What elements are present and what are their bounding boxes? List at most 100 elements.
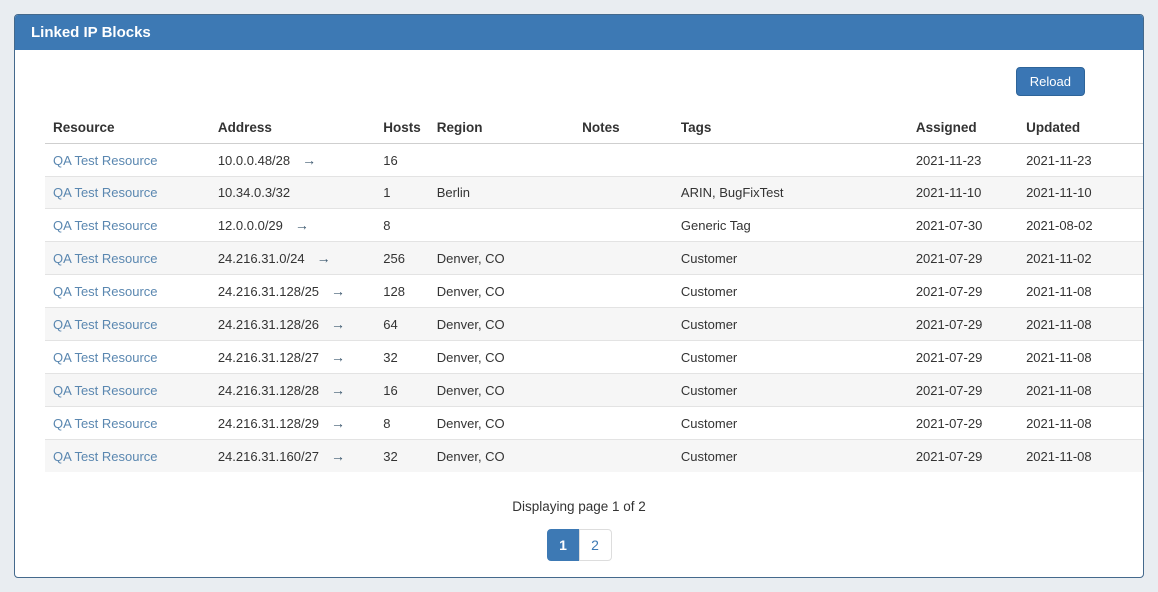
arrow-right-icon[interactable]: → (317, 250, 331, 266)
updated-cell: 2021-08-02 (1018, 209, 1143, 242)
panel-title: Linked IP Blocks (15, 15, 1143, 50)
pagination: 12 (30, 529, 1128, 561)
table-row: QA Test Resource24.216.31.160/27→32Denve… (45, 440, 1143, 473)
table-row: QA Test Resource24.216.31.128/28→16Denve… (45, 374, 1143, 407)
hosts-cell: 1 (375, 177, 429, 209)
resource-cell: QA Test Resource (45, 275, 210, 308)
hosts-cell: 32 (375, 341, 429, 374)
address-text: 24.216.31.128/29 (218, 416, 319, 431)
arrow-right-icon[interactable]: → (295, 217, 309, 233)
table-row: QA Test Resource10.34.0.3/321BerlinARIN,… (45, 177, 1143, 209)
region-cell: Denver, CO (429, 242, 574, 275)
region-cell (429, 209, 574, 242)
tags-cell: Customer (673, 341, 908, 374)
column-header-hosts: Hosts (375, 115, 429, 144)
region-cell: Denver, CO (429, 308, 574, 341)
arrow-right-icon[interactable]: → (331, 283, 345, 299)
assigned-cell: 2021-07-29 (908, 308, 1018, 341)
resource-link[interactable]: QA Test Resource (53, 449, 158, 464)
hosts-cell: 256 (375, 242, 429, 275)
resource-link[interactable]: QA Test Resource (53, 284, 158, 299)
notes-cell (574, 440, 673, 473)
table-row: QA Test Resource24.216.31.128/29→8Denver… (45, 407, 1143, 440)
table-body: QA Test Resource10.0.0.48/28→162021-11-2… (45, 144, 1143, 473)
tags-cell: Customer (673, 242, 908, 275)
address-text: 12.0.0.0/29 (218, 218, 283, 233)
assigned-cell: 2021-11-23 (908, 144, 1018, 177)
address-cell: 24.216.31.128/25 → (210, 275, 375, 308)
tags-cell: Customer (673, 374, 908, 407)
resource-link[interactable]: QA Test Resource (53, 317, 158, 332)
assigned-cell: 2021-07-29 (908, 275, 1018, 308)
address-text: 10.34.0.3/32 (218, 185, 290, 200)
updated-cell: 2021-11-08 (1018, 407, 1143, 440)
table-row: QA Test Resource24.216.31.128/25→128Denv… (45, 275, 1143, 308)
notes-cell (574, 308, 673, 341)
hosts-cell: 16 (375, 374, 429, 407)
hosts-cell: 64 (375, 308, 429, 341)
resource-cell: QA Test Resource (45, 144, 210, 177)
hosts-cell: 16 (375, 144, 429, 177)
updated-cell: 2021-11-10 (1018, 177, 1143, 209)
paging-status: Displaying page 1 of 2 (30, 499, 1128, 514)
resource-link[interactable]: QA Test Resource (53, 251, 158, 266)
reload-button[interactable]: Reload (1016, 67, 1085, 96)
table-header: Resource Address Hosts Region Notes Tags… (45, 115, 1143, 144)
tags-cell: Customer (673, 440, 908, 473)
table-row: QA Test Resource 24.216.31.128/26 → 64Denve… (45, 308, 1143, 341)
column-header-tags: Tags (673, 115, 908, 144)
arrow-right-icon[interactable]: → (331, 349, 345, 365)
tags-cell (673, 144, 908, 177)
address-cell: 24.216.31.0/24 → (210, 242, 375, 275)
hosts-cell: 32 (375, 440, 429, 473)
column-header-updated: Updated (1018, 115, 1143, 144)
resource-link[interactable]: QA Test Resource (53, 416, 158, 431)
resource-link[interactable]: QA Test Resource (53, 383, 158, 398)
resource-cell: QA Test Resource (45, 242, 210, 275)
region-cell: Denver, CO (429, 407, 574, 440)
resource-link[interactable]: QA Test Resource (53, 185, 158, 200)
address-text: 24.216.31.128/25 (218, 284, 319, 299)
table-row: QA Test Resource 12.0.0.0/29 → 8 Generic Tag… (45, 209, 1143, 242)
address-text: 24.216.31.0/24 (218, 251, 305, 266)
tags-cell: Generic Tag (673, 209, 908, 242)
toolbar: Reload (30, 67, 1128, 97)
updated-cell: 2021-11-08 (1018, 275, 1143, 308)
column-header-notes: Notes (574, 115, 673, 144)
assigned-cell: 2021-11-10 (908, 177, 1018, 209)
arrow-right-icon[interactable]: → (302, 152, 316, 168)
hosts-cell: 8 (375, 209, 429, 242)
column-header-resource: Resource (45, 115, 210, 144)
column-header-region: Region (429, 115, 574, 144)
tags-cell: Customer (673, 308, 908, 341)
resource-cell: QA Test Resource (45, 440, 210, 473)
resource-cell: QA Test Resource (45, 374, 210, 407)
linked-ip-blocks-panel: Linked IP Blocks Reload Resource Address… (14, 14, 1144, 578)
resource-cell: QA Test Resource (45, 177, 210, 209)
address-cell: 24.216.31.128/27 → (210, 341, 375, 374)
assigned-cell: 2021-07-29 (908, 374, 1018, 407)
arrow-right-icon[interactable]: → (331, 316, 345, 332)
region-cell: Denver, CO (429, 440, 574, 473)
tags-cell: ARIN, BugFixTest (673, 177, 908, 209)
arrow-right-icon[interactable]: → (331, 382, 345, 398)
resource-link[interactable]: QA Test Resource (53, 153, 158, 168)
page-button-1[interactable]: 1 (547, 529, 580, 561)
page-button-2[interactable]: 2 (579, 529, 612, 561)
notes-cell (574, 144, 673, 177)
resource-link[interactable]: QA Test Resource (53, 350, 158, 365)
table-row: QA Test Resource10.0.0.48/28→162021-11-2… (45, 144, 1143, 177)
updated-cell: 2021-11-08 (1018, 374, 1143, 407)
address-text: 24.216.31.128/28 (218, 383, 319, 398)
address-text: 24.216.31.128/26 (218, 317, 319, 332)
ip-blocks-table: Resource Address Hosts Region Notes Tags… (45, 115, 1143, 472)
assigned-cell: 2021-07-29 (908, 242, 1018, 275)
notes-cell (574, 407, 673, 440)
notes-cell (574, 209, 673, 242)
arrow-right-icon[interactable]: → (331, 448, 345, 464)
resource-link[interactable]: QA Test Resource (53, 218, 158, 233)
address-cell: 12.0.0.0/29 → (210, 209, 375, 242)
notes-cell (574, 177, 673, 209)
address-text: 24.216.31.128/27 (218, 350, 319, 365)
arrow-right-icon[interactable]: → (331, 415, 345, 431)
